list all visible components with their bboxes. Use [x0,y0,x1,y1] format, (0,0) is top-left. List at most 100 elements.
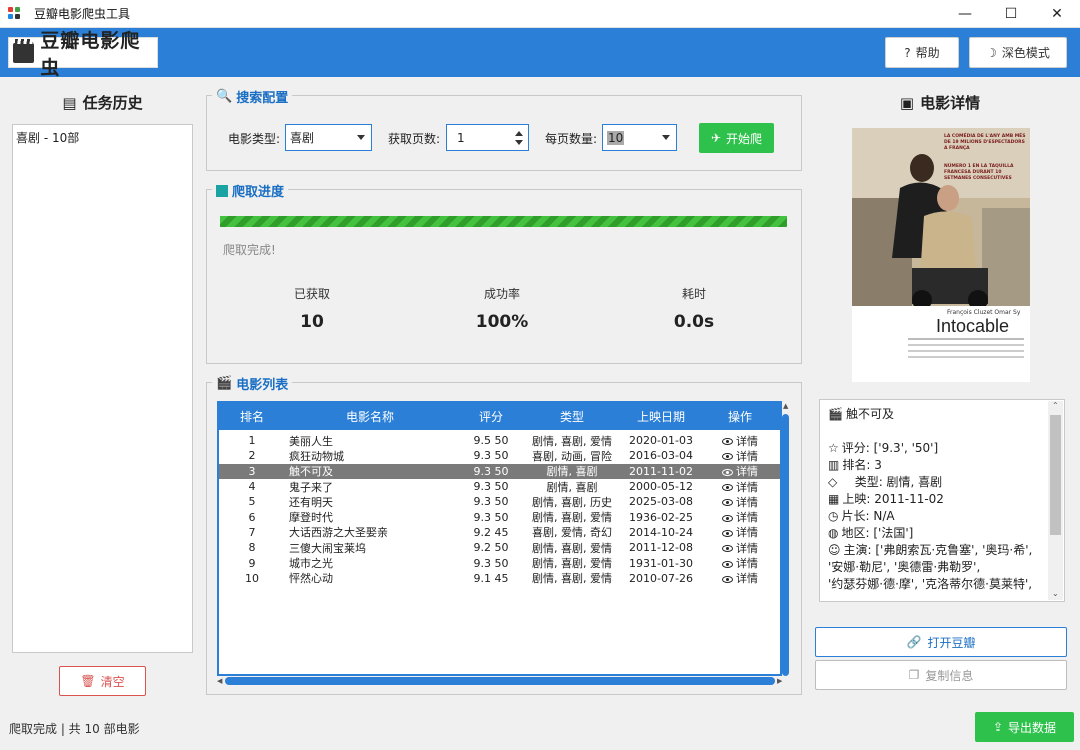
table-row[interactable]: 9 城市之光 9.3 50 剧情, 喜剧, 爱情 1931-01-30 详情 [219,555,780,571]
detail-panel[interactable]: 🎬 触不可及 ☆ 评分: ['9.3', '50'] ▥ 排名: 3 ◇ 类型: 剧… [819,399,1065,602]
cell-rating: 9.5 50 [473,434,509,448]
detail-link[interactable]: 详情 [705,448,775,464]
maximize-button[interactable]: ☐ [988,0,1034,28]
detail-link[interactable]: 详情 [705,540,775,556]
copy-info-button[interactable]: ❐ 复制信息 [815,660,1067,690]
progress-title: 爬取进度 [212,181,289,200]
stat-fetched: 已获取 10 [293,287,330,332]
open-douban-button[interactable]: 🔗 打开豆瓣 [815,627,1067,657]
link-icon: 🔗 [906,635,922,649]
cell-rating: 9.3 50 [473,480,509,494]
globe-icon: ◍ [828,526,839,540]
rocket-icon: ✈ [710,131,722,145]
spin-down-icon[interactable] [515,140,523,145]
column-header[interactable]: 上映日期 [617,408,705,425]
table-row[interactable]: 3 触不可及 9.3 50 剧情, 喜剧 2011-11-02 详情 [219,463,780,479]
cell-rating: 9.3 50 [473,510,509,524]
table-row[interactable]: 5 还有明天 9.3 50 剧情, 喜剧, 历史 2025-03-08 详情 [219,494,780,509]
cell-date: 2011-11-02 [629,464,693,478]
history-list[interactable]: 喜剧 - 10部 [12,124,193,653]
cell-date: 2014-10-24 [629,525,693,539]
history-title: ▤ 任务历史 [62,93,143,113]
cell-title: 大话西游之大圣娶亲 [289,526,388,540]
close-button[interactable]: ✕ [1034,0,1080,28]
scroll-right-icon[interactable]: ▶ [777,677,782,685]
column-header[interactable]: 电影名称 [285,408,455,425]
detail-runtime: ◷ 片长: N/A [828,509,895,523]
copy-icon: ❐ [908,668,920,682]
scroll-left-icon[interactable]: ◀ [217,677,222,685]
table-row[interactable]: 8 三傻大闹宝莱坞 9.2 50 剧情, 喜剧, 爱情 2011-12-08 详情 [219,540,780,555]
table-row[interactable]: 2 疯狂动物城 9.3 50 喜剧, 动画, 冒险 2016-03-04 详情 [219,448,780,463]
cell-genre: 剧情, 喜剧, 历史 [532,495,612,509]
column-header[interactable]: 类型 [527,408,617,425]
cell-genre: 剧情, 喜剧 [546,480,598,494]
table-row[interactable]: 10 怦然心动 9.1 45 剧情, 喜剧, 爱情 2010-07-26 详情 [219,571,780,586]
detail-link[interactable]: 详情 [705,463,775,479]
movie-poster: LA COMÉDIA DE L'ANY AMB MÉS DE 19 MILION… [852,128,1030,382]
cell-rating: 9.2 50 [473,541,509,555]
movie-table[interactable]: 排名 电影名称 评分 类型 上映日期 操作 1 美丽人生 9.5 50 剧情, 喜剧, 爱情 20… [217,401,782,676]
detail-link[interactable]: 详情 [705,524,775,540]
help-label: 帮助 [915,46,940,60]
trash-icon: 🗑 [80,674,96,688]
poster-tagline: LA COMÉDIA DE L'ANY AMB MÉS DE 19 MILION… [944,134,1026,151]
table-row[interactable]: 6 摩登时代 9.3 50 剧情, 喜剧, 爱情 1936-02-25 详情 [219,509,780,525]
per-page-select[interactable]: 10 [602,124,677,151]
minimize-button[interactable]: — [942,0,988,28]
detail-scrollbar[interactable]: ⌃ ⌄ [1048,401,1063,600]
table-body: 1 美丽人生 9.5 50 剧情, 喜剧, 爱情 2020-01-03 详情 2 疯狂动物城 9… [219,430,780,586]
app-icon [8,6,22,21]
dark-mode-button[interactable]: ☽ 深色模式 [969,37,1067,68]
detail-link[interactable]: 详情 [705,555,775,571]
stat-elapsed: 耗时 0.0s [673,287,715,332]
detail-link[interactable]: 详情 [705,433,775,449]
clapperboard-icon [13,38,35,63]
export-data-button[interactable]: ⇪ 导出数据 [975,712,1074,742]
history-item[interactable]: 喜剧 - 10部 [15,129,190,147]
film-icon: 🎬 [216,376,233,391]
logo-text: 豆瓣电影爬虫 [40,29,141,79]
pages-spinbox[interactable]: 1 [446,124,529,151]
cell-title: 摩登时代 [289,511,333,525]
chevron-down-icon[interactable]: ⌄ [1052,589,1059,598]
cell-rating: 9.3 50 [473,464,509,478]
column-header[interactable]: 排名 [219,408,285,425]
type-select[interactable]: 喜剧 [285,124,372,151]
table-row[interactable]: 4 鬼子来了 9.3 50 剧情, 喜剧 2000-05-12 详情 [219,479,780,494]
column-header[interactable]: 评分 [455,408,527,425]
star-icon: ☆ [828,441,839,455]
spin-up-icon[interactable] [515,131,523,136]
window-title: 豆瓣电影爬虫工具 [34,7,131,21]
cell-rank: 1 [248,434,256,448]
type-label: 电影类型: [228,132,281,146]
help-button[interactable]: ? 帮助 [885,37,959,68]
detail-link[interactable]: 详情 [705,570,775,586]
detail-link[interactable]: 详情 [705,509,775,525]
cell-rank: 4 [248,480,256,494]
bar-chart-icon: ▥ [828,458,840,472]
table-header: 排名 电影名称 评分 类型 上映日期 操作 [219,403,780,430]
eye-icon [722,514,733,522]
eye-icon [722,499,733,507]
tag-icon: ◇ [828,475,838,489]
cell-title: 城市之光 [289,557,333,571]
chart-icon [216,184,228,197]
mask-icon: ☺ [828,543,841,557]
table-row[interactable]: 1 美丽人生 9.5 50 剧情, 喜剧, 爱情 2020-01-03 详情 [219,433,780,448]
chevron-down-icon [662,135,670,140]
detail-cast-cont: '安娜·勒尼', '奥德雷·弗勒罗', [828,560,981,574]
column-header[interactable]: 操作 [705,408,775,425]
cell-genre: 剧情, 喜剧, 爱情 [532,572,612,586]
start-crawl-button[interactable]: ✈ 开始爬 [699,123,774,153]
table-hscrollbar[interactable] [225,677,775,685]
table-vscrollbar[interactable] [781,406,790,676]
clear-history-button[interactable]: 🗑 清空 [59,666,146,696]
detail-link[interactable]: 详情 [705,479,775,495]
cell-rating: 9.1 45 [473,571,509,585]
chevron-up-icon[interactable]: ⌃ [1052,401,1059,410]
detail-link[interactable]: 详情 [705,494,775,510]
progress-status: 爬取完成! [223,243,276,257]
table-row[interactable]: 7 大话西游之大圣娶亲 9.2 45 喜剧, 爱情, 奇幻 2014-10-24 详情 [219,525,780,540]
poster-cast: François Cluzet Omar Sy [947,309,1021,316]
